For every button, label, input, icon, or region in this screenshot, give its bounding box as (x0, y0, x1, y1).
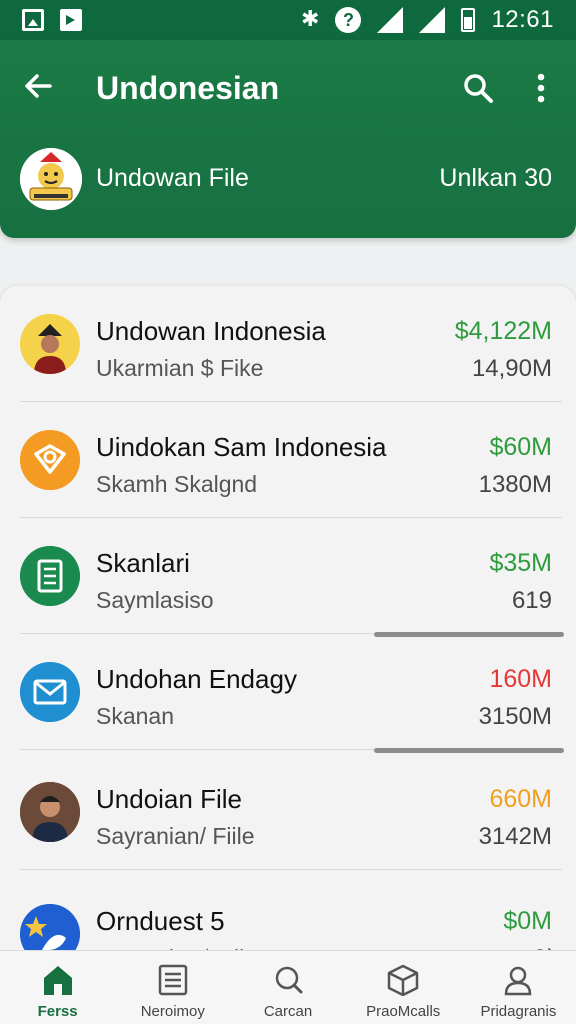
nav-item-home[interactable]: Ferss (0, 951, 115, 1024)
item-name: Undowan Indonesia (96, 316, 326, 346)
item-subtitle: Skanan (96, 703, 175, 729)
flag-icon (60, 9, 82, 31)
mascot-logo-icon (20, 148, 82, 210)
signal-icon (419, 7, 446, 33)
nav-item-box[interactable]: PraoMcalls (346, 951, 461, 1024)
item-amount: $35M (489, 549, 552, 577)
item-name: Ornduest 5 (96, 906, 225, 936)
item-amount: $4,122M (454, 317, 552, 345)
mail-icon (20, 662, 80, 722)
nav-item-profile[interactable]: Pridagranis (461, 951, 576, 1024)
document-icon (20, 546, 80, 606)
person-avatar (20, 782, 80, 842)
nav-item-search[interactable]: Carcan (230, 951, 345, 1024)
list-item[interactable]: Undowan Indonesia Ukarmian $ Fike $4,122… (0, 286, 576, 402)
item-name: Undoian File (96, 784, 242, 814)
item-subtitle: Sayranian/ Fiile (96, 823, 255, 849)
search-button[interactable] (458, 68, 498, 108)
item-subtitle: Ukarmian $ Fike (96, 355, 264, 381)
nav-label: Neroimoy (140, 1003, 205, 1020)
channel-name: Undowan File (96, 164, 249, 192)
search-icon (275, 966, 303, 994)
item-amount: $60M (489, 433, 552, 461)
item-amount: 660M (489, 785, 552, 813)
list-item[interactable]: Skanlari Saymlasiso $35M 619 (0, 518, 576, 637)
item-amount: $0M (503, 907, 552, 935)
item-size: 14,90M (471, 355, 552, 382)
item-size: 3150M (478, 703, 552, 730)
signal-icon (377, 7, 404, 33)
item-name: Skanlari (96, 548, 190, 578)
clock: 12:61 (491, 6, 554, 33)
channel-avatar[interactable] (20, 148, 82, 210)
page-title: Undonesian (96, 70, 280, 106)
person-icon (505, 966, 532, 996)
back-button[interactable] (20, 68, 56, 104)
list-icon (158, 964, 188, 996)
nav-label: Pridagranis (480, 1003, 557, 1020)
list-item[interactable]: Uindokan Sam Indonesia Skamh Skalgnd $60… (0, 402, 576, 518)
nav-label: Ferss (37, 1003, 78, 1020)
app-bar: Undonesian Undowan File Unlkan 30 (0, 40, 576, 238)
more-vert-icon (537, 73, 545, 103)
search-icon (464, 74, 493, 103)
box-icon (387, 964, 419, 996)
image-icon (22, 9, 44, 31)
file-list: Undowan Indonesia Ukarmian $ Fike $4,122… (0, 286, 576, 966)
channel-count: Unlkan 30 (439, 164, 552, 192)
home-icon (43, 966, 72, 995)
status-bar: ✱ ? 12:61 (0, 0, 576, 40)
list-item[interactable]: Undoian File Sayranian/ Fiile 660M 3142M (0, 754, 576, 870)
shield-icon (20, 430, 80, 490)
item-size: 619 (511, 587, 552, 614)
item-amount: 160M (489, 665, 552, 693)
more-options-button[interactable] (526, 68, 556, 108)
item-subtitle: Skamh Skalgnd (96, 471, 258, 497)
item-name: Undohan Endagy (96, 664, 297, 694)
arrow-left-icon (25, 74, 52, 98)
download-progress-bar (374, 748, 564, 753)
nav-label: Carcan (263, 1003, 313, 1020)
item-subtitle: Saymlasiso (96, 587, 214, 613)
nav-label: PraoMcalls (366, 1003, 441, 1020)
battery-icon (461, 8, 476, 32)
person-avatar (20, 314, 80, 374)
item-size: 1380M (478, 471, 552, 498)
help-icon: ? (335, 7, 362, 33)
bottom-navigation: Ferss Neroimoy Carcan PraoMcalls Pridagr… (0, 950, 576, 1024)
nav-item-list[interactable]: Neroimoy (115, 951, 230, 1024)
item-size: 3142M (478, 823, 552, 850)
list-item[interactable]: Undohan Endagy Skanan 160M 3150M (0, 634, 576, 753)
item-name: Uindokan Sam Indonesia (96, 432, 387, 462)
bluetooth-icon: ✱ (301, 7, 320, 32)
divider (20, 869, 562, 870)
